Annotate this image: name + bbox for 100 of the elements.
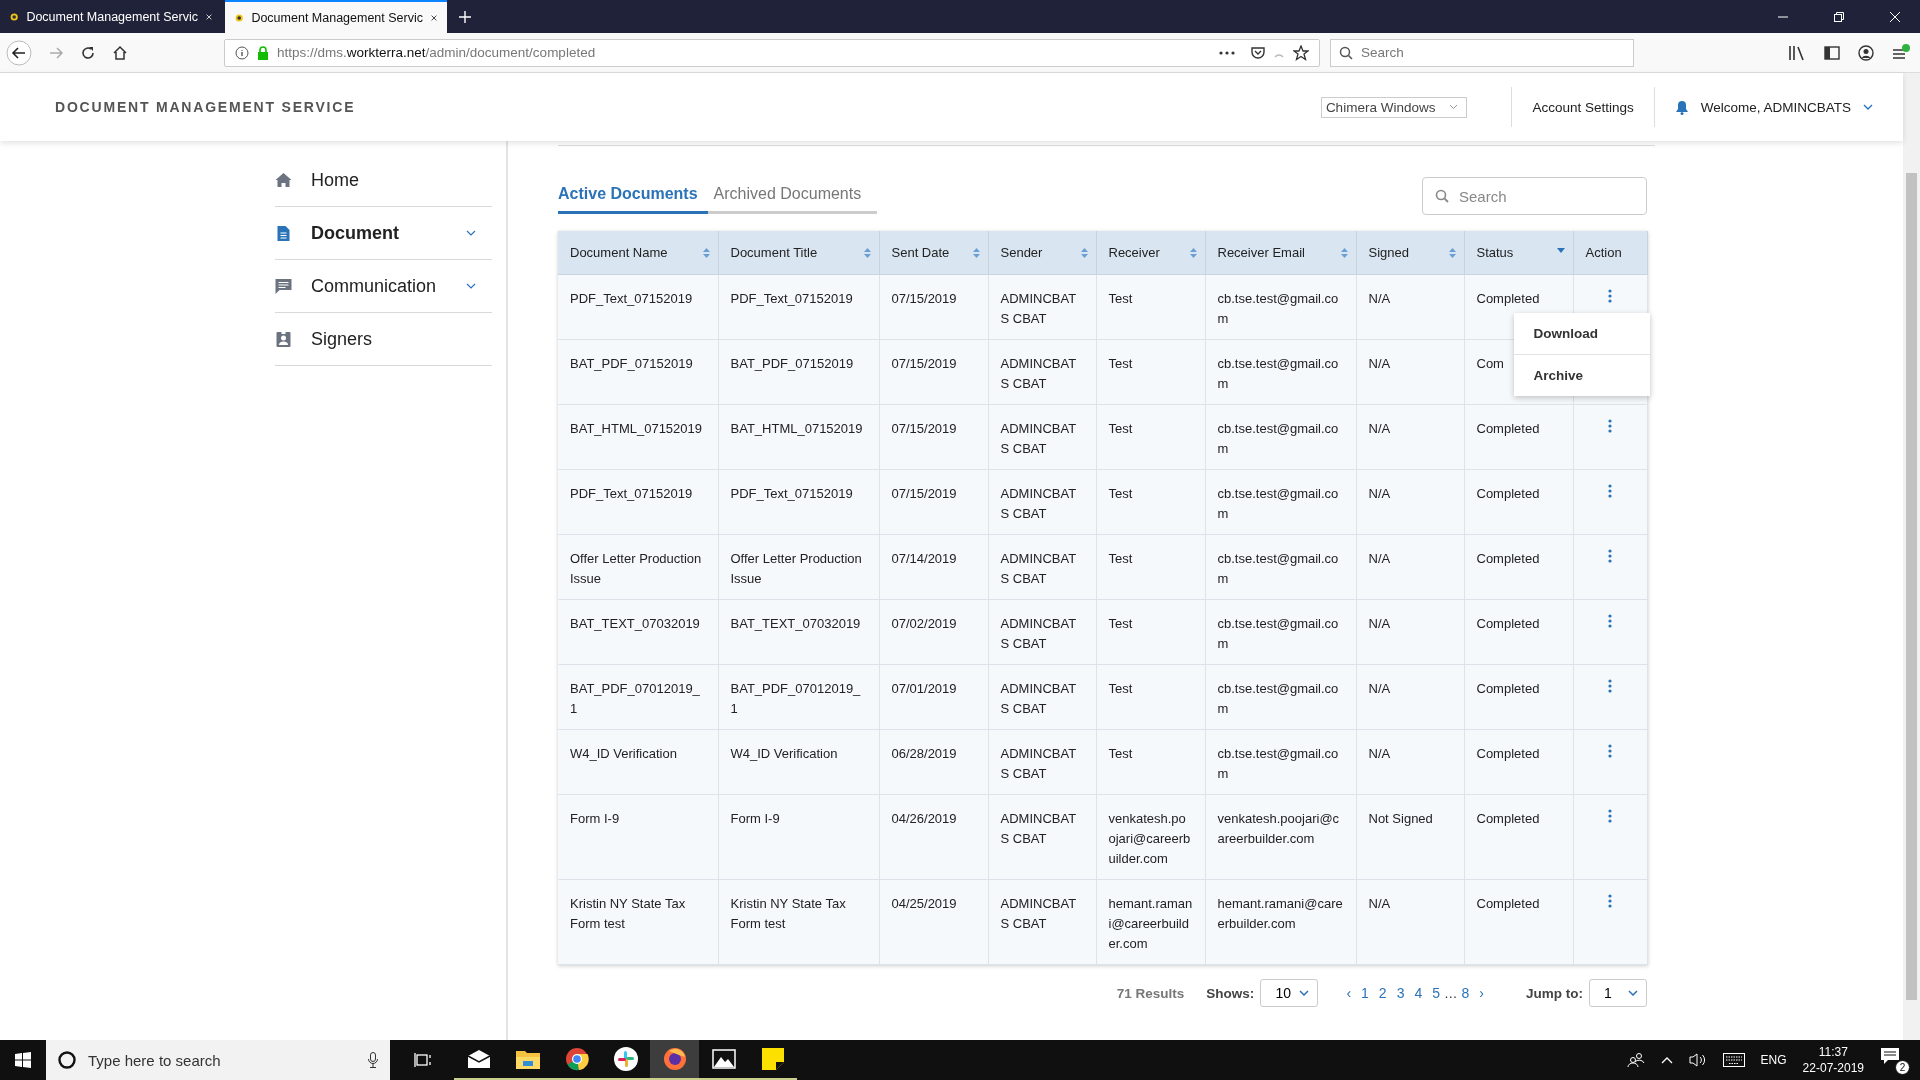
sidebar-icon[interactable] [1824, 45, 1840, 60]
table-cell: cb.tse.test@gmail.com [1217, 486, 1339, 521]
table-cell: Completed [1476, 616, 1540, 631]
table-cell: Test [1108, 421, 1133, 436]
table-cell: 07/15/2019 [891, 356, 957, 371]
tab[interactable]: Active Documents [558, 178, 708, 214]
table-cell: BAT_PDF_07012019_1 [730, 681, 861, 716]
table-cell: BAT_HTML_07152019 [730, 421, 863, 436]
close-icon[interactable] [1890, 11, 1900, 22]
taskbar-search-field[interactable]: Type here to search [46, 1040, 390, 1080]
page-link[interactable]: 2 [1378, 985, 1387, 1001]
clock[interactable]: 11:37 22-07-2019 [1802, 1044, 1864, 1076]
address-bar[interactable]: https://dms.workterra.net/admin/document/completed [224, 38, 1320, 67]
jump-to-dropdown[interactable]: 1 [1589, 979, 1647, 1007]
home-icon[interactable] [112, 44, 128, 61]
more-vertical-icon[interactable] [1608, 484, 1612, 498]
page-link[interactable]: 4 [1414, 985, 1423, 1001]
column-header[interactable]: Receiver [1096, 231, 1205, 275]
workspace-dropdown[interactable]: Chimera Windows [1320, 96, 1468, 118]
notification-count: 2 [1895, 1060, 1910, 1075]
search-field[interactable]: Search [1422, 177, 1647, 215]
browser-search-field[interactable]: Search [1330, 38, 1634, 67]
more-vertical-icon[interactable] [1608, 744, 1612, 758]
tab[interactable]: Archived Documents [713, 178, 872, 214]
more-vertical-icon[interactable] [1608, 549, 1612, 563]
speaker-icon[interactable] [1688, 1052, 1707, 1068]
search-icon [1339, 45, 1353, 60]
column-header[interactable]: Status [1464, 231, 1573, 275]
chevron-down-icon[interactable] [1863, 104, 1873, 110]
table-cell: ADMINCBATS CBAT [1000, 681, 1077, 716]
table-cell: ADMINCBATS CBAT [1000, 811, 1077, 846]
language-indicator[interactable]: ENG [1760, 1053, 1787, 1067]
sidebar-item[interactable]: Document [275, 207, 492, 260]
home-icon [275, 173, 292, 187]
column-header[interactable]: Document Title [718, 231, 879, 275]
table-cell: N/A [1368, 421, 1391, 436]
table-cell: ADMINCBATS CBAT [1000, 486, 1077, 521]
library-icon[interactable] [1788, 44, 1806, 61]
table-cell: PDF_Text_07152019 [570, 486, 693, 501]
table-cell: ADMINCBATS CBAT [1000, 746, 1077, 781]
restore-icon[interactable] [1834, 11, 1844, 22]
column-header[interactable]: Action [1573, 231, 1647, 275]
browser-tab[interactable]: Document Management Servic [0, 0, 222, 33]
table-cell: BAT_PDF_07152019 [570, 356, 693, 371]
reload-icon[interactable] [80, 44, 96, 61]
table-cell: Test [1108, 551, 1133, 566]
account-icon[interactable] [1858, 44, 1874, 61]
table-cell: N/A [1368, 616, 1391, 631]
table-cell: PDF_Text_07152019 [730, 486, 853, 501]
user-menu[interactable]: Welcome, ADMINCBATS [1700, 99, 1851, 115]
more-vertical-icon[interactable] [1608, 289, 1612, 303]
table-cell: W4_ID Verification [730, 746, 838, 761]
more-vertical-icon[interactable] [1608, 679, 1612, 693]
back-icon[interactable] [6, 39, 32, 66]
keyboard-icon[interactable] [1722, 1053, 1745, 1067]
table-cell: Test [1108, 356, 1133, 371]
people-icon[interactable] [1626, 1052, 1645, 1068]
page-link[interactable]: 1 [1361, 985, 1369, 1001]
page-link[interactable]: 3 [1396, 985, 1405, 1001]
more-vertical-icon[interactable] [1608, 894, 1612, 908]
bell-icon[interactable] [1674, 99, 1689, 115]
sidebar-item[interactable]: Home [275, 154, 492, 207]
page-arrow[interactable]: › [1479, 985, 1484, 1001]
sidebar-item[interactable]: Communication [275, 260, 492, 313]
column-header[interactable]: Sender [988, 231, 1096, 275]
search-icon [1435, 189, 1449, 203]
menu-icon[interactable] [1892, 43, 1910, 62]
windows-start-icon[interactable] [15, 1052, 31, 1068]
menu-item[interactable]: Download [1513, 313, 1650, 354]
table-cell: ADMINCBATS CBAT [1000, 896, 1077, 931]
table-cell: cb.tse.test@gmail.com [1217, 746, 1339, 781]
task-view-icon[interactable] [414, 1052, 432, 1068]
more-vertical-icon[interactable] [1608, 614, 1612, 628]
browser-tab[interactable]: Document Management Servic [225, 0, 447, 33]
account-settings-link[interactable]: Account Settings [1532, 99, 1634, 115]
table-cell: Completed [1476, 746, 1540, 761]
table-cell: venkatesh.poojari@careerbuilder.com [1217, 811, 1340, 846]
table-cell: N/A [1368, 746, 1391, 761]
page-size-dropdown[interactable]: 10 [1260, 979, 1319, 1007]
page-link[interactable]: 8 [1461, 985, 1470, 1001]
column-header[interactable]: Sent Date [879, 231, 988, 275]
page-link[interactable]: 5 [1432, 985, 1441, 1001]
more-vertical-icon[interactable] [1608, 419, 1612, 433]
microphone-icon[interactable] [368, 1052, 378, 1068]
new-tab-icon[interactable] [458, 9, 472, 24]
more-icon[interactable] [1219, 50, 1235, 55]
taskbar-app[interactable] [650, 1040, 699, 1080]
sidebar-item[interactable]: Signers [275, 313, 492, 366]
shield-icon[interactable] [1251, 45, 1265, 60]
star-icon[interactable] [1293, 44, 1309, 61]
column-header[interactable]: Document Name [558, 231, 718, 275]
table-cell: BAT_TEXT_07032019 [730, 616, 861, 631]
more-vertical-icon[interactable] [1608, 809, 1612, 823]
page-arrow[interactable]: ‹ [1346, 985, 1352, 1001]
scrollbar[interactable] [1903, 73, 1920, 1040]
table-cell: N/A [1368, 291, 1391, 306]
table-cell: cb.tse.test@gmail.com [1217, 356, 1339, 391]
caret-up-icon[interactable] [1660, 1056, 1673, 1064]
column-header[interactable]: Receiver Email [1205, 231, 1356, 275]
column-header[interactable]: Signed [1356, 231, 1464, 275]
